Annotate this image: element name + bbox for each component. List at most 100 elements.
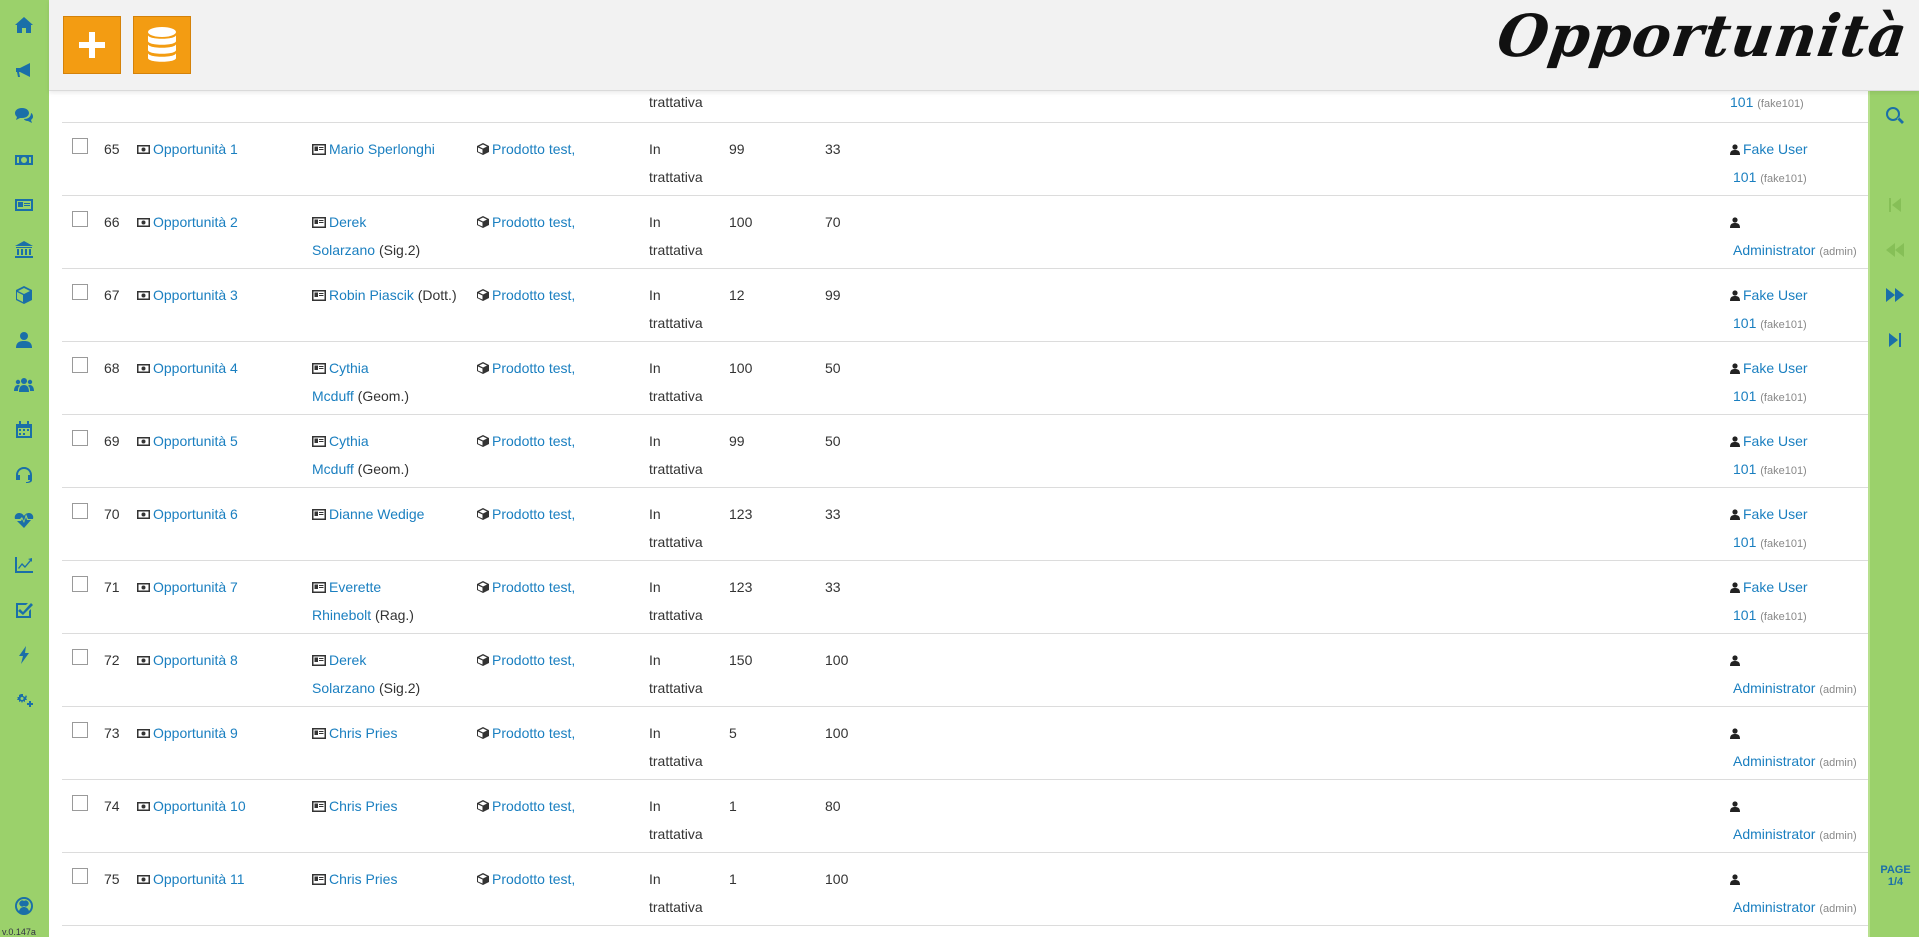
headset-icon[interactable] <box>12 463 36 487</box>
contact-link-surname[interactable]: Rhinebolt <box>312 607 371 623</box>
owner-link[interactable]: Fake User <box>1743 141 1808 157</box>
product-link[interactable]: Prodotto test, <box>492 360 575 376</box>
opportunity-link[interactable]: Opportunità 10 <box>153 798 246 814</box>
opportunity-link[interactable]: Opportunità 8 <box>153 652 238 668</box>
opportunity-link[interactable]: Opportunità 1 <box>153 141 238 157</box>
add-button[interactable] <box>63 16 121 74</box>
product-link[interactable]: Prodotto test, <box>492 214 575 230</box>
row-checkbox[interactable] <box>72 284 88 300</box>
opportunity-link[interactable]: Opportunità 9 <box>153 725 238 741</box>
contact-link-surname[interactable]: Solarzano <box>312 242 375 258</box>
value-cell: 1 <box>729 871 737 887</box>
owner-link-line2[interactable]: 101 <box>1733 534 1756 550</box>
product-link[interactable]: Prodotto test, <box>492 433 575 449</box>
first-page-icon[interactable] <box>1884 194 1906 216</box>
row-checkbox[interactable] <box>72 357 88 373</box>
owner-link[interactable]: Fake User <box>1743 579 1808 595</box>
row-checkbox[interactable] <box>72 868 88 884</box>
row-checkbox[interactable] <box>72 503 88 519</box>
row-checkbox[interactable] <box>72 138 88 154</box>
page-indicator: PAGE 1/4 <box>1880 864 1911 888</box>
owner-link-line2[interactable]: 101 <box>1733 169 1756 185</box>
contact-title: (Geom.) <box>357 461 409 477</box>
product-cell: Prodotto test, <box>477 135 575 163</box>
contact-link[interactable]: Chris Pries <box>329 871 397 887</box>
contact-link[interactable]: Mario Sperlonghi <box>329 141 435 157</box>
last-page-icon[interactable] <box>1884 329 1906 351</box>
owner-link-line2[interactable]: 101 <box>1733 388 1756 404</box>
owner-link-line2[interactable]: Administrator <box>1733 680 1815 696</box>
owner-link-line2[interactable]: Administrator <box>1733 826 1815 842</box>
calendar-icon[interactable] <box>12 418 36 442</box>
opportunity-link[interactable]: Opportunità 11 <box>153 871 245 887</box>
product-link[interactable]: Prodotto test, <box>492 579 575 595</box>
contact-link[interactable]: Cythia <box>329 433 369 449</box>
contact-link[interactable]: Derek <box>329 652 366 668</box>
owner-link-line2[interactable]: Administrator <box>1733 899 1815 915</box>
user-icon[interactable] <box>12 328 36 352</box>
opportunity-link[interactable]: Opportunità 5 <box>153 433 238 449</box>
value-cell: 5 <box>729 725 737 741</box>
opportunity-link[interactable]: Opportunità 2 <box>153 214 238 230</box>
row-checkbox[interactable] <box>72 576 88 592</box>
line-chart-icon[interactable] <box>12 553 36 577</box>
product-link[interactable]: Prodotto test, <box>492 725 575 741</box>
contact-link[interactable]: Derek <box>329 214 366 230</box>
row-checkbox[interactable] <box>72 430 88 446</box>
row-checkbox[interactable] <box>72 795 88 811</box>
address-card-icon[interactable] <box>12 193 36 217</box>
opportunity-link[interactable]: Opportunità 4 <box>153 360 238 376</box>
previous-page-icon[interactable] <box>1884 239 1906 261</box>
contact-link-surname[interactable]: Solarzano <box>312 680 375 696</box>
opportunity-link[interactable]: Opportunità 6 <box>153 506 238 522</box>
product-cell: Prodotto test, <box>477 646 575 674</box>
owner-username: (admin) <box>1819 757 1857 769</box>
contact-link[interactable]: Robin Piascik <box>329 287 414 303</box>
row-checkbox[interactable] <box>72 722 88 738</box>
owner-link-line2[interactable]: Administrator <box>1733 753 1815 769</box>
product-link[interactable]: Prodotto test, <box>492 798 575 814</box>
cogs-icon[interactable] <box>12 688 36 712</box>
product-link[interactable]: Prodotto test, <box>492 287 575 303</box>
heartbeat-icon[interactable] <box>12 508 36 532</box>
opportunity-link[interactable]: Opportunità 7 <box>153 579 238 595</box>
home-icon[interactable] <box>12 13 36 37</box>
owner-link[interactable]: Fake User <box>1743 506 1808 522</box>
product-link[interactable]: Prodotto test, <box>492 506 575 522</box>
product-link[interactable]: Prodotto test, <box>492 871 575 887</box>
contact-link[interactable]: Dianne Wedige <box>329 506 424 522</box>
product-cell: Prodotto test, <box>477 354 575 382</box>
money-icon[interactable] <box>12 148 36 172</box>
bolt-icon[interactable] <box>12 643 36 667</box>
bullhorn-icon[interactable] <box>12 58 36 82</box>
row-checkbox[interactable] <box>72 649 88 665</box>
contact-link[interactable]: Chris Pries <box>329 725 397 741</box>
contact-link-surname[interactable]: Mcduff <box>312 388 354 404</box>
product-link[interactable]: Prodotto test, <box>492 141 575 157</box>
contact-link-surname[interactable]: Mcduff <box>312 461 354 477</box>
owner-link-line2[interactable]: 101 <box>1733 315 1756 331</box>
product-link[interactable]: Prodotto test, <box>492 652 575 668</box>
user-circle-icon[interactable] <box>12 894 36 918</box>
owner-link[interactable]: Fake User <box>1743 287 1808 303</box>
search-icon[interactable] <box>1884 105 1906 127</box>
check-square-icon[interactable] <box>12 598 36 622</box>
comments-icon[interactable] <box>12 103 36 127</box>
owner-link-line2[interactable]: Administrator <box>1733 242 1815 258</box>
owner-link[interactable]: Fake User <box>1743 360 1808 376</box>
next-page-icon[interactable] <box>1884 284 1906 306</box>
database-button[interactable] <box>133 16 191 74</box>
opportunity-link[interactable]: Opportunità 3 <box>153 287 238 303</box>
contact-link[interactable]: Chris Pries <box>329 798 397 814</box>
contact-link[interactable]: Everette <box>329 579 381 595</box>
row-id: 65 <box>104 141 120 157</box>
row-checkbox[interactable] <box>72 211 88 227</box>
owner-link[interactable]: 101 <box>1730 94 1753 110</box>
owner-link[interactable]: Fake User <box>1743 433 1808 449</box>
cube-icon[interactable] <box>12 283 36 307</box>
users-icon[interactable] <box>12 373 36 397</box>
contact-link[interactable]: Cythia <box>329 360 369 376</box>
owner-link-line2[interactable]: 101 <box>1733 461 1756 477</box>
bank-icon[interactable] <box>12 238 36 262</box>
owner-link-line2[interactable]: 101 <box>1733 607 1756 623</box>
